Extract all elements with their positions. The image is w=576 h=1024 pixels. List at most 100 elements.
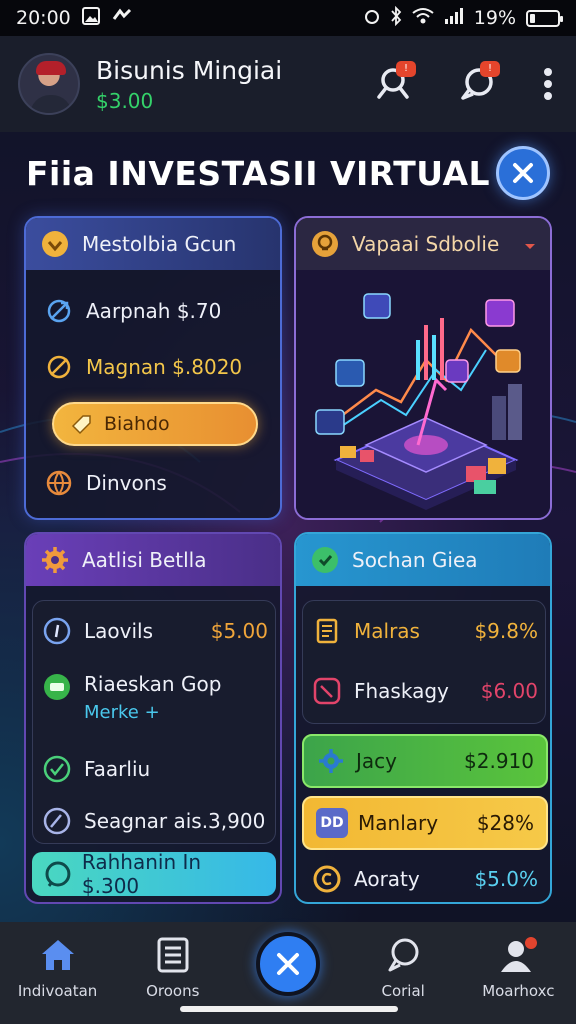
nav-social-label: Corial	[381, 982, 425, 1000]
portfolio-row-1-label: Aarpnah $.70	[86, 299, 222, 323]
shield-icon	[310, 545, 340, 575]
stocks-row-2-value: $6.00	[480, 679, 538, 703]
search-button[interactable]: !	[370, 61, 416, 107]
stocks-panel-title: Sochan Giea	[352, 548, 478, 572]
signal-icon	[444, 7, 464, 30]
analysis-row-1[interactable]: Laovils $5.00	[42, 616, 268, 646]
stocks-row-5-label: Aoraty	[354, 867, 420, 891]
nav-social[interactable]: Corial	[353, 936, 453, 1000]
analysis-cta-label: Rahhanin In $.300	[81, 850, 202, 898]
globe-icon	[44, 468, 74, 498]
home-indicator[interactable]	[180, 1006, 398, 1012]
investment-illustration	[296, 270, 550, 518]
money-icon	[42, 672, 72, 702]
chat-bubble-icon	[45, 861, 71, 887]
home-icon	[41, 940, 74, 970]
user-info: Bisunis Mingiai $3.00	[96, 56, 282, 113]
stocks-row-1-value: $9.8%	[474, 619, 538, 643]
portfolio-footer-label: Dinvons	[86, 471, 167, 495]
nav-profile-label: Moarhoxc	[482, 982, 555, 1000]
portfolio-row-1[interactable]: Aarpnah $.70	[44, 296, 221, 326]
stocks-row-3[interactable]: Jacy $2.910	[302, 734, 548, 788]
stocks-row-1[interactable]: Malras $9.8%	[312, 616, 538, 646]
gear-icon	[40, 545, 70, 575]
analysis-panel-header[interactable]: Aatlisi Betlla	[26, 534, 280, 586]
alarm-icon	[364, 7, 380, 30]
portfolio-action-label: Biahdo	[104, 413, 170, 435]
nav-rooms-label: Oroons	[146, 982, 200, 1000]
user-name: Bisunis Mingiai	[96, 55, 283, 85]
app-header: Bisunis Mingiai $3.00 ! !	[0, 36, 576, 132]
analysis-row-2-label: Riaeskan Gop	[84, 672, 222, 696]
check-circle-icon	[42, 754, 72, 784]
list-icon	[157, 937, 189, 973]
analysis-row-1-value: $5.00	[210, 619, 268, 643]
page-title: Fiia INVESTASII VIRTUAL	[26, 154, 491, 193]
status-time: 20:00	[16, 7, 71, 29]
stocks-row-3-label: Jacy	[356, 749, 397, 773]
chat-button[interactable]: !	[454, 61, 500, 107]
stocks-row-4[interactable]: DD Manlary $28%	[302, 796, 548, 850]
market-visual-panel: Vapaai Sdbolie	[294, 216, 552, 520]
stocks-row-4-label: Manlary	[358, 811, 439, 835]
stocks-row-4-value: $28%	[476, 811, 534, 835]
portfolio-panel-header[interactable]: Mestolbia Gcun	[26, 218, 280, 270]
trend-icon	[44, 296, 74, 326]
status-bar: 20:00 19%	[0, 0, 576, 36]
analysis-row-4-label: Seagnar ais.3,900	[84, 809, 266, 833]
analysis-row-2-sub: Merke +	[84, 702, 160, 723]
analysis-row-3-label: Faarliu	[84, 757, 151, 781]
more-menu-button[interactable]	[538, 61, 558, 107]
photo-icon	[81, 6, 101, 31]
portfolio-row-2[interactable]: Magnan $.8020	[44, 352, 242, 382]
stocks-row-5[interactable]: Aoraty $5.0%	[312, 864, 538, 894]
portfolio-action-button[interactable]: Biahdo	[52, 402, 258, 446]
market-visual-header[interactable]: Vapaai Sdbolie	[296, 218, 550, 270]
document-icon	[312, 616, 342, 646]
close-action-button[interactable]	[256, 932, 320, 996]
badge-icon: DD	[316, 808, 348, 838]
stocks-row-3-value: $2.910	[464, 749, 534, 773]
avatar[interactable]	[18, 53, 80, 115]
search-notification-badge: !	[396, 61, 416, 77]
user-balance: $3.00	[96, 88, 154, 113]
stocks-row-2[interactable]: Fhaskagy $6.00	[312, 676, 538, 706]
battery-icon	[526, 9, 563, 27]
info-icon	[42, 616, 72, 646]
bluetooth-icon	[390, 5, 402, 31]
analysis-row-4[interactable]: Seagnar ais.3,900	[42, 806, 265, 836]
stocks-row-2-label: Fhaskagy	[354, 679, 449, 703]
chat-icon	[388, 938, 419, 972]
more-vertical-icon	[544, 68, 552, 100]
nav-home-label: Indivoatan	[17, 982, 98, 1000]
target-icon	[44, 352, 74, 382]
analysis-panel-title: Aatlisi Betlla	[82, 548, 207, 572]
stocks-row-5-value: $5.0%	[474, 867, 538, 891]
settings-icon	[316, 746, 346, 776]
gauge-icon	[42, 806, 72, 836]
portfolio-footer-row[interactable]: Dinvons	[44, 468, 167, 498]
close-icon	[277, 953, 299, 975]
chart-down-icon	[312, 676, 342, 706]
analysis-row-2[interactable]: Riaeskan Gop Merke +	[42, 672, 221, 723]
tag-icon	[71, 415, 91, 435]
portfolio-panel-title: Mestolbia Gcun	[82, 232, 237, 256]
stocks-panel: Sochan Giea Malras $9.8% Fhaskagy $6.00 …	[294, 532, 552, 904]
nav-profile[interactable]: Moarhoxc	[468, 936, 568, 1000]
close-button[interactable]	[496, 146, 550, 200]
nav-home[interactable]: Indivoatan	[8, 936, 108, 1000]
close-icon	[513, 163, 533, 183]
chat-notification-badge: !	[480, 61, 500, 77]
portfolio-row-2-label: Magnan $.8020	[86, 355, 243, 379]
analysis-row-3[interactable]: Faarliu	[42, 754, 150, 784]
coin-icon	[40, 229, 70, 259]
analysis-row-1-label: Laovils	[84, 619, 154, 643]
analysis-panel: Aatlisi Betlla Laovils $5.00 Riaeskan Go…	[24, 532, 282, 904]
nav-rooms[interactable]: Oroons	[123, 936, 223, 1000]
portfolio-panel: Mestolbia Gcun Aarpnah $.70 Magnan $.802…	[24, 216, 282, 520]
stocks-panel-header[interactable]: Sochan Giea	[296, 534, 550, 586]
analysis-cta-button[interactable]: Rahhanin In $.300	[32, 850, 276, 898]
investment-screen: Fiia INVESTASII VIRTUAL Mestolbia Gcun A…	[0, 132, 576, 922]
bulb-icon	[310, 229, 340, 259]
dropdown-icon[interactable]	[524, 232, 536, 256]
